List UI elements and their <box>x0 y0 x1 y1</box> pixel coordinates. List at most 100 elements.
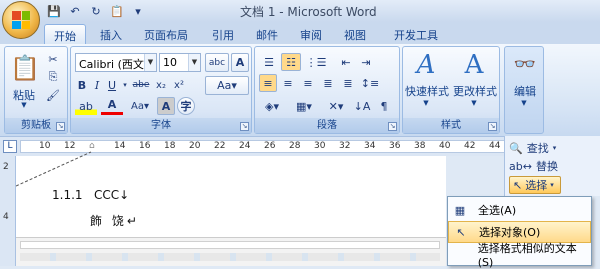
quick-styles-dropdown-icon[interactable]: ▼ <box>419 99 433 107</box>
select-button[interactable]: ↖ 选择 ▾ <box>509 176 561 194</box>
chinese-layout-icon[interactable]: ✕▾ <box>323 97 349 115</box>
change-styles-label[interactable]: 更改样式 <box>451 83 499 99</box>
show-marks-icon[interactable]: ¶ <box>375 97 393 115</box>
copy-icon[interactable]: ⎘ <box>45 69 61 85</box>
sort-icon[interactable]: ↓A <box>353 97 371 115</box>
superscript-icon[interactable]: x² <box>171 76 187 94</box>
paste-dropdown-icon[interactable]: ▼ <box>17 101 31 109</box>
tab-mailings[interactable]: 邮件 <box>252 24 282 44</box>
vertical-ruler[interactable]: 2 4 <box>0 156 16 266</box>
enclose-char-icon[interactable]: 字 <box>177 97 195 115</box>
ruler-tick: 14 <box>114 141 126 151</box>
chevron-down-icon[interactable]: ▼ <box>144 54 156 71</box>
align-right-icon[interactable]: ≡ <box>299 74 317 92</box>
tab-insert[interactable]: 插入 <box>96 24 126 44</box>
heading-text: CCC↓ <box>94 188 130 202</box>
change-styles-icon[interactable]: A <box>459 49 489 81</box>
save-icon[interactable]: 💾 <box>46 3 62 19</box>
ruler-tick: 40 <box>439 141 451 151</box>
ruler-tick: 26 <box>264 141 276 151</box>
change-case-button[interactable]: Aa ▾ <box>205 76 249 95</box>
quick-styles-icon[interactable]: A <box>411 49 441 81</box>
paste-clipboard-icon[interactable]: 📋 <box>10 51 40 85</box>
customize-icon[interactable]: ▾ <box>130 3 146 19</box>
styles-group-label: 样式 <box>403 118 499 133</box>
find-button[interactable]: 🔍 查找 ▾ <box>509 140 589 156</box>
font-group: Calibri (西文) ▼ 10 ▼ abc A B I U ▾ abe x₂ x… <box>70 46 252 134</box>
find-icon: 🔍 <box>509 141 523 155</box>
styles-launcher-icon[interactable]: ↘ <box>488 122 497 131</box>
tab-view[interactable]: 视图 <box>340 24 370 44</box>
justify-icon[interactable]: ≣ <box>319 74 337 92</box>
tab-home[interactable]: 开始 <box>44 24 86 44</box>
format-painter-icon[interactable]: 🖌 <box>45 87 61 103</box>
chevron-down-icon[interactable]: ▼ <box>188 54 200 71</box>
abc-label: abc <box>208 57 226 68</box>
subscript-icon[interactable]: x₂ <box>153 76 169 94</box>
embedded-address-bar <box>20 241 440 249</box>
heading-line[interactable]: 1.1.1 CCC↓ <box>52 188 129 202</box>
quick-styles-label[interactable]: 快速样式 <box>403 83 451 99</box>
font-color-icon[interactable]: A <box>101 97 123 115</box>
align-left-icon[interactable]: ≡ <box>259 74 277 92</box>
margin-guide <box>16 151 92 187</box>
office-button[interactable] <box>2 1 40 39</box>
strikethrough-icon[interactable]: abe <box>131 76 151 94</box>
cut-icon[interactable]: ✂ <box>45 51 61 67</box>
increase-indent-icon[interactable]: ⇥ <box>357 53 375 71</box>
borders-icon[interactable]: ▦▾ <box>291 97 317 115</box>
menu-item-select-all[interactable]: ▦ 全选(A) <box>448 199 591 221</box>
clipboard-launcher-icon[interactable]: ↘ <box>56 122 65 131</box>
paragraph-launcher-icon[interactable]: ↘ <box>388 122 397 131</box>
tab-page-layout[interactable]: 页面布局 <box>138 24 194 44</box>
aa-label: Aa <box>217 79 232 92</box>
char-shading-icon[interactable]: A <box>157 97 175 115</box>
editing-button-label[interactable]: 编辑 <box>507 83 543 99</box>
shading-icon[interactable]: ◈▾ <box>259 97 285 115</box>
undo-icon[interactable]: ↶ <box>67 3 83 19</box>
binoculars-icon[interactable]: 👓 <box>511 51 539 77</box>
highlight-icon[interactable]: ab <box>75 97 97 115</box>
tab-references[interactable]: 引用 <box>208 24 238 44</box>
char-border-button[interactable]: A <box>231 53 249 72</box>
paste-icon[interactable]: 📋 <box>109 3 125 19</box>
paragraph-group-label: 段落 <box>255 118 399 133</box>
ruler-tick: 18 <box>164 141 176 151</box>
tab-selector-icon[interactable]: L <box>3 140 17 153</box>
underline-icon[interactable]: U <box>105 76 119 94</box>
ruler-tick: 16 <box>139 141 151 151</box>
ruler-tick: 28 <box>289 141 301 151</box>
font-name-combo[interactable]: Calibri (西文) ▼ <box>75 53 157 72</box>
tab-developer[interactable]: 开发工具 <box>388 24 444 44</box>
editing-dropdown-icon[interactable]: ▼ <box>517 99 531 107</box>
change-styles-dropdown-icon[interactable]: ▼ <box>467 99 481 107</box>
italic-icon[interactable]: I <box>90 76 104 94</box>
paragraph-text[interactable]: 飾 饶↵ <box>90 212 140 229</box>
decrease-indent-icon[interactable]: ⇤ <box>337 53 355 71</box>
bullets-icon[interactable]: ☰ <box>259 53 279 71</box>
align-center-icon[interactable]: ≡ <box>279 74 297 92</box>
underline-dropdown-icon[interactable]: ▾ <box>120 76 130 94</box>
ruler-tick: 30 <box>314 141 326 151</box>
multilevel-list-icon[interactable]: ⋮☰ <box>305 53 327 71</box>
abc-format-button[interactable]: abc <box>205 53 229 72</box>
numbering-icon[interactable]: ☷ <box>281 53 301 71</box>
redo-icon[interactable]: ↻ <box>88 3 104 19</box>
ruler-tick: 24 <box>239 141 251 151</box>
font-launcher-icon[interactable]: ↘ <box>240 122 249 131</box>
tab-review[interactable]: 审阅 <box>296 24 326 44</box>
ruler-tick: 22 <box>214 141 226 151</box>
distributed-icon[interactable]: ≣ <box>339 74 357 92</box>
replace-button[interactable]: ab↔ 替换 <box>509 158 589 174</box>
bold-icon[interactable]: B <box>75 76 89 94</box>
embedded-toolbar <box>20 253 440 261</box>
cursor-icon: ↖ <box>456 225 466 239</box>
menu-item-label: 选择对象(O) <box>479 226 541 239</box>
menu-item-select-similar[interactable]: 选择格式相似的文本(S) <box>448 242 591 269</box>
grow-font-icon[interactable]: Aa▾ <box>127 97 153 115</box>
font-size-combo[interactable]: 10 ▼ <box>159 53 201 72</box>
cursor-icon: ↖ <box>513 178 523 192</box>
line-spacing-icon[interactable]: ↕≡ <box>361 74 379 92</box>
find-label: 查找 <box>526 142 549 155</box>
ruler-tick: 20 <box>189 141 201 151</box>
